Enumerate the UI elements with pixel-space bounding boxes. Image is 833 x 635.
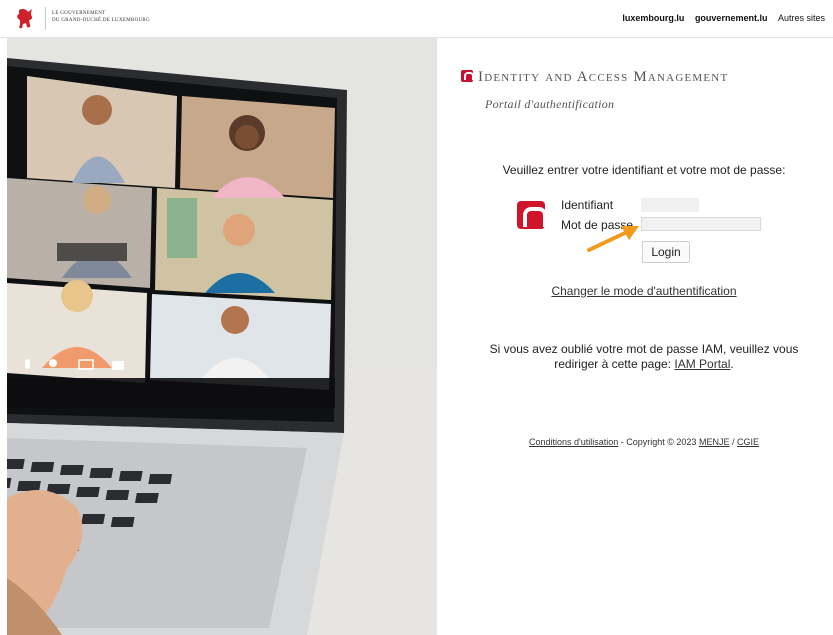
footer-separator: / — [731, 437, 735, 447]
government-name-line1: LE GOUVERNEMENT — [52, 11, 106, 16]
autres-sites-link[interactable]: Autres sites — [778, 13, 825, 23]
forgot-period: . — [730, 357, 734, 371]
top-bar: LE GOUVERNEMENT DU GRAND-DUCHÉ DE LUXEMB… — [0, 0, 833, 38]
username-input[interactable] — [641, 198, 699, 212]
forgot-password-message: Si vous avez oublié votre mot de passe I… — [489, 342, 799, 371]
government-name[interactable]: LE GOUVERNEMENT DU GRAND-DUCHÉ DE LUXEMB… — [52, 10, 150, 24]
iam-title-text: Identity and Access Management — [478, 69, 729, 85]
orange-arrow-annotation-icon — [587, 226, 639, 252]
copyright-text: - Copyright © 2023 — [620, 437, 697, 447]
iam-subtitle: Portail d'authentification — [485, 97, 615, 111]
change-auth-mode-link[interactable]: Changer le mode d'authentification — [551, 284, 736, 298]
menje-link[interactable]: MENJE — [699, 437, 730, 447]
footer: Conditions d'utilisation - Copyright © 2… — [455, 437, 833, 447]
forgot-password-text: Si vous avez oublié votre mot de passe I… — [469, 342, 819, 372]
login-button[interactable]: Login — [642, 241, 690, 263]
microphone-icon — [25, 359, 30, 369]
username-label: Identifiant — [561, 198, 614, 212]
iam-login-logo-icon — [517, 201, 547, 229]
password-input[interactable] — [641, 217, 761, 231]
hero-image — [7, 38, 437, 635]
iam-logo-icon — [461, 70, 474, 82]
terms-link[interactable]: Conditions d'utilisation — [529, 437, 618, 447]
camera-icon — [112, 361, 124, 370]
cgie-link[interactable]: CGIE — [737, 437, 759, 447]
logo-separator — [45, 7, 46, 30]
government-name-line2: DU GRAND-DUCHÉ DE LUXEMBOURG — [52, 18, 150, 23]
login-prompt: Veuillez entrer votre identifiant et vot… — [502, 163, 786, 177]
login-panel: Identity and Access Management Portail d… — [455, 38, 833, 635]
iam-title: Identity and Access Management — [461, 69, 728, 86]
top-links: luxembourg.lu gouvernement.lu Autres sit… — [614, 13, 825, 23]
laptop-video-call-illustration — [7, 38, 437, 635]
user-icon — [49, 359, 57, 367]
luxembourg-lu-link[interactable]: luxembourg.lu — [622, 13, 684, 23]
iam-portal-link[interactable]: IAM Portal — [674, 357, 730, 371]
gouvernement-lu-link[interactable]: gouvernement.lu — [695, 13, 768, 23]
change-auth-mode: Changer le mode d'authentification — [455, 284, 833, 298]
luxembourg-lion-logo-icon[interactable] — [12, 6, 38, 32]
